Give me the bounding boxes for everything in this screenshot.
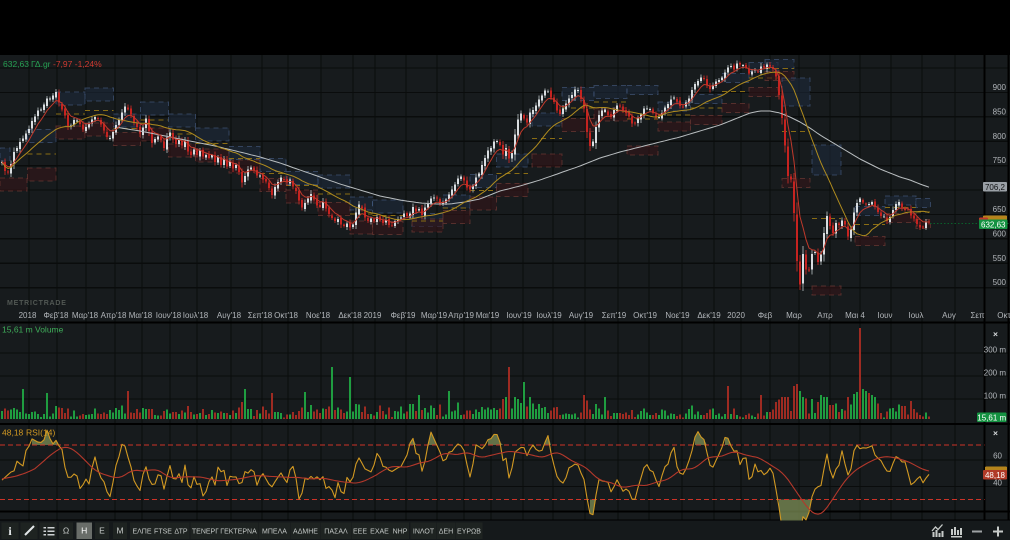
svg-text:800: 800 [993, 132, 1007, 141]
svg-text:Ε: Ε [99, 526, 105, 536]
svg-text:Μαρ'19: Μαρ'19 [421, 311, 448, 320]
svg-text:850: 850 [993, 107, 1007, 116]
svg-text:500: 500 [993, 278, 1007, 287]
svg-text:15,61 m: 15,61 m [2, 325, 33, 335]
svg-text:600: 600 [993, 229, 1007, 238]
svg-text:Ιουλ'19: Ιουλ'19 [536, 311, 562, 320]
svg-text:Φεβ'19: Φεβ'19 [391, 311, 417, 320]
svg-text:Η: Η [81, 526, 87, 536]
svg-text:Απρ'19: Απρ'19 [448, 311, 474, 320]
svg-text:Δεκ'18: Δεκ'18 [338, 311, 362, 320]
svg-text:ΕΧΑΕ: ΕΧΑΕ [370, 529, 389, 536]
svg-text:ΑΔΜΗΕ: ΑΔΜΗΕ [293, 529, 318, 536]
svg-text:632,63: 632,63 [3, 59, 29, 69]
svg-text:Ω: Ω [63, 526, 69, 536]
svg-text:ΝΗΡ: ΝΗΡ [393, 529, 408, 536]
svg-text:Ιουλ: Ιουλ [908, 311, 923, 320]
svg-text:ΔΕΗ: ΔΕΗ [439, 529, 453, 536]
svg-text:40: 40 [993, 479, 1002, 488]
svg-text:METRICTRADE: METRICTRADE [7, 300, 67, 307]
svg-text:Σεπ'19: Σεπ'19 [602, 311, 627, 320]
svg-text:Μαρ'18: Μαρ'18 [72, 311, 99, 320]
svg-text:Αυγ'18: Αυγ'18 [217, 311, 242, 320]
svg-text:Οκτ'19: Οκτ'19 [633, 311, 657, 320]
svg-text:ΙΝΛΟΤ: ΙΝΛΟΤ [413, 529, 435, 536]
svg-text:×: × [993, 428, 998, 438]
svg-text:Μαι 4: Μαι 4 [845, 311, 865, 320]
svg-text:Αυγ'19: Αυγ'19 [569, 311, 594, 320]
svg-text:Μαρ: Μαρ [786, 311, 802, 320]
svg-text:60: 60 [993, 452, 1002, 461]
svg-text:Μαι'18: Μαι'18 [129, 311, 153, 320]
svg-text:Φεβ: Φεβ [758, 311, 773, 320]
svg-text:Ιουν: Ιουν [877, 311, 892, 320]
svg-text:550: 550 [993, 254, 1007, 263]
svg-text:ΠΑΣΑΛ: ΠΑΣΑΛ [324, 529, 348, 536]
svg-text:2020: 2020 [727, 311, 745, 320]
svg-text:Μαι'19: Μαι'19 [476, 311, 500, 320]
svg-text:RSI(14): RSI(14) [26, 428, 55, 438]
svg-text:Volume: Volume [35, 325, 64, 335]
svg-text:ΓΔ.gr: ΓΔ.gr [31, 59, 51, 69]
svg-text:2018: 2018 [19, 311, 37, 320]
svg-text:15,61 m: 15,61 m [977, 413, 1006, 422]
svg-text:Ιουν'18: Ιουν'18 [156, 311, 182, 320]
svg-text:ΜΠΕΛΑ: ΜΠΕΛΑ [262, 529, 287, 536]
svg-text:2019: 2019 [364, 311, 382, 320]
svg-text:900: 900 [993, 83, 1007, 92]
svg-text:×: × [993, 329, 998, 339]
svg-text:-7,97 -1,24%: -7,97 -1,24% [53, 59, 102, 69]
svg-text:Οκτ: Οκτ [997, 311, 1010, 320]
svg-text:48,18: 48,18 [2, 428, 24, 438]
svg-text:Φεβ'18: Φεβ'18 [44, 311, 70, 320]
svg-text:ΔΤΡ: ΔΤΡ [174, 529, 188, 536]
svg-text:706,2: 706,2 [985, 183, 1006, 192]
svg-text:Νοε'18: Νοε'18 [306, 311, 331, 320]
svg-text:750: 750 [993, 156, 1007, 165]
svg-text:Απρ'18: Απρ'18 [101, 311, 127, 320]
svg-text:Νοε'19: Νοε'19 [665, 311, 690, 320]
svg-text:ΓΕΚΤΕΡΝΑ: ΓΕΚΤΕΡΝΑ [220, 529, 257, 536]
svg-text:200 m: 200 m [984, 369, 1007, 378]
svg-text:48,18: 48,18 [985, 471, 1006, 480]
svg-text:ΤΕΝΕΡΓ: ΤΕΝΕΡΓ [192, 529, 219, 536]
svg-text:Ιουν'19: Ιουν'19 [506, 311, 532, 320]
svg-text:100 m: 100 m [984, 392, 1007, 401]
svg-text:Δεκ'19: Δεκ'19 [697, 311, 721, 320]
svg-text:ΕΛΠΕ: ΕΛΠΕ [132, 529, 151, 536]
svg-text:632,63: 632,63 [981, 220, 1006, 229]
svg-text:Σεπ: Σεπ [970, 311, 985, 320]
svg-text:Οκτ'18: Οκτ'18 [274, 311, 298, 320]
svg-text:ΕΥΡΩΒ: ΕΥΡΩΒ [457, 529, 481, 536]
svg-text:Απρ: Απρ [817, 311, 833, 320]
svg-text:ΕΕΕ: ΕΕΕ [353, 529, 367, 536]
svg-text:Ιουλ'18: Ιουλ'18 [183, 311, 209, 320]
svg-text:FTSE: FTSE [154, 529, 172, 536]
svg-text:Σεπ'18: Σεπ'18 [248, 311, 273, 320]
svg-text:Μ: Μ [116, 526, 123, 536]
svg-text:Αυγ: Αυγ [942, 311, 956, 320]
svg-text:650: 650 [993, 205, 1007, 214]
svg-text:300 m: 300 m [984, 346, 1007, 355]
